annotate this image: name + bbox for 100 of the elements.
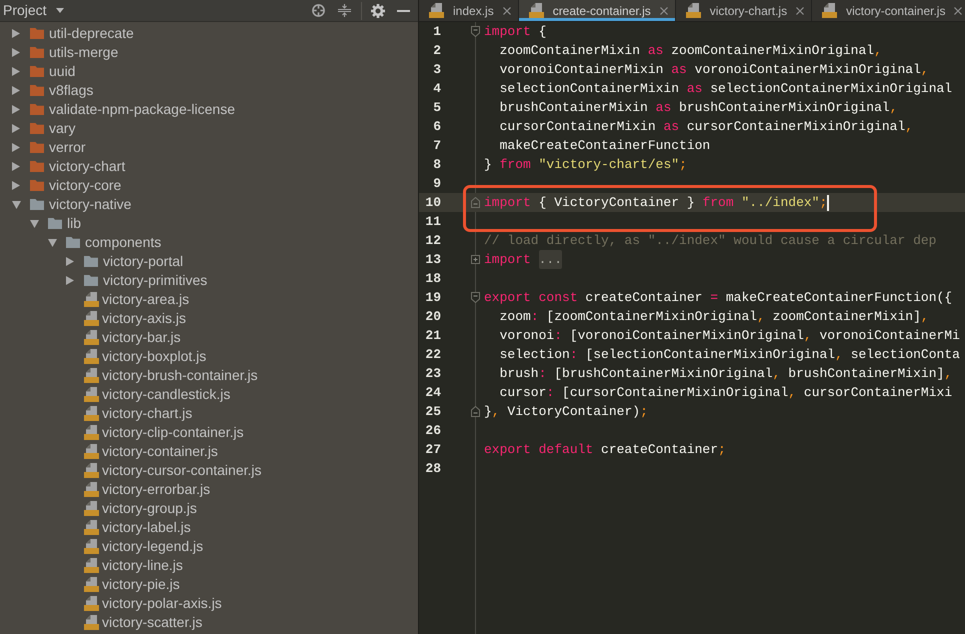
js-file-icon xyxy=(84,482,99,497)
code-line: selectionContainerMixin as selectionContainerMixinOriginal xyxy=(498,80,952,98)
line-number: 26 xyxy=(424,422,441,440)
caret-right-icon[interactable] xyxy=(66,257,74,266)
folder-name[interactable]: victory-native xyxy=(49,195,132,214)
code-line: }, VictoryContainer); xyxy=(484,402,648,421)
line-number: 28 xyxy=(424,460,441,478)
js-file-icon xyxy=(528,3,544,18)
settings-icon[interactable] xyxy=(371,4,385,18)
view-selector-dropdown[interactable]: Project xyxy=(0,0,68,21)
folder-name[interactable]: v8flags xyxy=(49,81,94,100)
file-name[interactable]: victory-clip-container.js xyxy=(102,423,244,442)
folder-name[interactable]: victory-core xyxy=(49,176,122,195)
caret-down-icon[interactable] xyxy=(56,8,64,13)
caret-right-icon[interactable] xyxy=(12,67,20,76)
folder-name[interactable]: validate-npm-package-license xyxy=(49,100,235,119)
code-line: export const createContainer = makeCreateContainerFunction({ xyxy=(484,288,952,307)
code-line: export default createContainer; xyxy=(484,440,726,459)
file-name[interactable]: victory-legend.js xyxy=(102,537,204,556)
file-name[interactable]: victory-scatter.js xyxy=(102,613,202,632)
caret-right-icon[interactable] xyxy=(12,124,20,133)
folder-name[interactable]: verror xyxy=(49,138,86,157)
caret-right-icon[interactable] xyxy=(12,143,20,152)
js-file-icon xyxy=(84,615,99,630)
code-line: makeCreateContainerFunction xyxy=(498,136,710,155)
line-number: 10 xyxy=(424,194,441,212)
code-line: import { xyxy=(484,22,546,41)
js-file-icon xyxy=(84,349,99,364)
file-name[interactable]: victory-chart.js xyxy=(102,404,192,423)
file-name[interactable]: victory-boxplot.js xyxy=(102,347,206,366)
fold-marker-icon[interactable] xyxy=(471,292,480,303)
code-line: brush: [brushContainerMixinOriginal, brushContainerMixin], xyxy=(498,364,952,383)
file-name[interactable]: victory-bar.js xyxy=(102,328,181,347)
close-icon[interactable] xyxy=(796,6,804,14)
file-name[interactable]: victory-pie.js xyxy=(102,575,180,594)
line-number: 19 xyxy=(424,288,441,307)
expand-marker-icon[interactable] xyxy=(471,255,480,264)
folder-name[interactable]: vary xyxy=(49,119,76,138)
js-file-icon xyxy=(84,311,99,326)
file-name[interactable]: victory-group.js xyxy=(102,499,197,518)
line-number: 6 xyxy=(432,118,441,136)
line-number: 3 xyxy=(432,60,441,79)
code-line: import xyxy=(484,250,532,269)
line-number: 27 xyxy=(424,440,441,459)
folder-name[interactable]: victory-portal xyxy=(103,252,184,271)
file-name[interactable]: victory-candlestick.js xyxy=(102,385,230,404)
folder-name[interactable]: components xyxy=(85,233,162,252)
tab[interactable]: victory-container.js xyxy=(812,0,965,21)
js-file-icon xyxy=(84,387,99,402)
js-file-icon xyxy=(84,368,99,383)
code-line: } from "victory-chart/es"; xyxy=(484,156,687,174)
file-name[interactable]: victory-errorbar.js xyxy=(102,480,210,499)
minimize-icon[interactable] xyxy=(397,10,410,12)
folder-name[interactable]: victory-chart xyxy=(49,157,126,176)
file-name[interactable]: victory-label.js xyxy=(102,518,191,537)
tab[interactable]: victory-chart.js xyxy=(676,0,812,21)
caret-right-icon[interactable] xyxy=(12,181,20,190)
file-name[interactable]: victory-line.js xyxy=(102,556,183,575)
folder-name[interactable]: util-deprecate xyxy=(49,24,134,43)
caret-right-icon[interactable] xyxy=(12,48,20,57)
collapse-all-icon[interactable] xyxy=(338,4,351,17)
code-line: // load directly, as "../index" would cause a circular dep xyxy=(484,232,936,250)
text-cursor xyxy=(827,194,830,210)
caret-down-icon[interactable] xyxy=(48,238,56,246)
js-file-icon xyxy=(84,520,99,535)
tab[interactable]: index.js xyxy=(419,0,519,21)
caret-down-icon[interactable] xyxy=(12,200,20,208)
folder-name[interactable]: utils-merge xyxy=(49,43,118,62)
caret-right-icon[interactable] xyxy=(12,29,20,38)
js-file-icon xyxy=(84,539,99,554)
crosshair-icon[interactable] xyxy=(312,4,325,17)
file-name[interactable]: victory-area.js xyxy=(102,290,190,309)
file-name[interactable]: victory-polar-axis.js xyxy=(102,594,222,613)
close-icon[interactable] xyxy=(502,6,511,14)
caret-right-icon[interactable] xyxy=(66,276,74,285)
close-icon[interactable] xyxy=(954,6,962,14)
caret-down-icon[interactable] xyxy=(30,220,38,228)
fold-marker-icon[interactable] xyxy=(471,406,480,417)
js-file-icon xyxy=(84,596,99,611)
line-number: 8 xyxy=(432,156,441,174)
folder-name[interactable]: lib xyxy=(67,214,82,233)
caret-right-icon[interactable] xyxy=(12,162,20,171)
caret-right-icon[interactable] xyxy=(12,105,20,114)
code-line: brushContainerMixin as brushContainerMixinOriginal, xyxy=(498,98,898,117)
caret-right-icon[interactable] xyxy=(12,86,20,95)
tab[interactable]: create-container.js xyxy=(518,0,676,21)
file-name[interactable]: victory-axis.js xyxy=(102,309,186,328)
fold-marker-icon[interactable] xyxy=(471,197,480,208)
folded-code-placeholder[interactable]: ... xyxy=(538,250,562,270)
folder-name[interactable]: victory-primitives xyxy=(103,271,208,290)
line-number: 11 xyxy=(424,212,441,231)
file-name[interactable]: victory-container.js xyxy=(102,442,218,461)
fold-marker-icon[interactable] xyxy=(471,26,480,37)
code-line: cursorContainerMixin as cursorContainerMixinOriginal, xyxy=(498,118,914,136)
file-name[interactable]: victory-cursor-container.js xyxy=(102,461,262,480)
folder-name[interactable]: uuid xyxy=(49,62,76,81)
close-icon[interactable] xyxy=(660,6,668,14)
line-number: 1 xyxy=(432,22,441,41)
js-file-icon xyxy=(84,577,99,592)
file-name[interactable]: victory-brush-container.js xyxy=(102,366,258,385)
